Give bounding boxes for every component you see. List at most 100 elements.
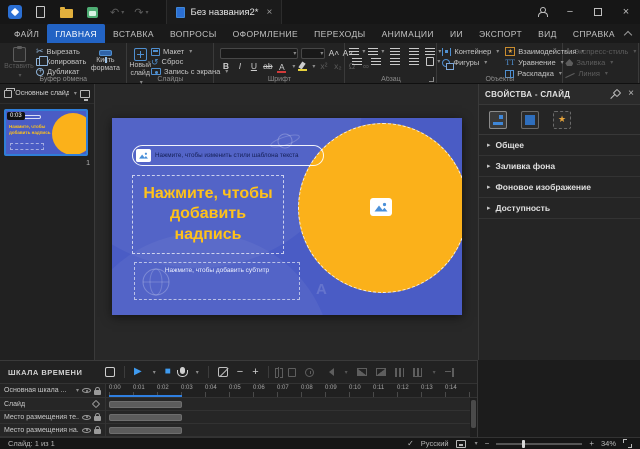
language-indicator[interactable]: Русский xyxy=(421,439,449,448)
timeline-vertical-scrollbar[interactable] xyxy=(470,398,477,437)
jump-to-end-icon[interactable] xyxy=(445,368,454,377)
increase-font-button[interactable]: A˄ xyxy=(328,48,339,59)
tab-home[interactable]: ГЛАВНАЯ xyxy=(47,24,105,43)
lock-icon[interactable] xyxy=(94,416,101,421)
timeline-zoom-out-button[interactable]: − xyxy=(237,367,243,377)
slides-panel-title[interactable]: Основные слайды xyxy=(15,90,69,97)
zoom-level[interactable]: 34% xyxy=(601,439,616,448)
tab-insert[interactable]: ВСТАВКА xyxy=(105,24,162,43)
paste-button[interactable]: Вставить ▾ xyxy=(2,45,36,79)
zoom-slider-handle[interactable] xyxy=(522,440,525,448)
view-mode-caret[interactable]: ▾ xyxy=(475,440,478,447)
fade-out-icon[interactable] xyxy=(376,368,386,376)
tab-file[interactable]: ФАЙЛ xyxy=(6,24,47,43)
zoom-out-button[interactable]: − xyxy=(485,440,490,448)
shapes-button[interactable]: Фигуры▾ xyxy=(442,58,499,67)
fill-button[interactable]: Заливка▾ xyxy=(565,58,636,67)
subscript-button[interactable]: x₂ xyxy=(332,61,343,72)
highlight-button[interactable] xyxy=(298,62,307,71)
track-header-placeholder-title[interactable]: Место размещения на... xyxy=(0,424,105,437)
split-clip-icon[interactable] xyxy=(278,367,279,377)
slide-editor[interactable]: Нажмите, чтобы изменить стили шаблона те… xyxy=(112,118,462,315)
document-tab[interactable]: Без названия2* × xyxy=(166,0,282,24)
play-dropdown-caret[interactable]: ▾ xyxy=(153,369,156,376)
duplicate-button[interactable]: Дубликат xyxy=(36,67,86,76)
visibility-icon[interactable] xyxy=(82,428,91,433)
fit-to-window-icon[interactable] xyxy=(623,439,632,448)
title-placeholder[interactable]: Нажмите, чтобы добавить надпись xyxy=(132,175,284,254)
stop-button[interactable]: ■ xyxy=(165,367,171,377)
underline-button[interactable]: U xyxy=(248,61,259,72)
tab-questions[interactable]: ВОПРОСЫ xyxy=(162,24,225,43)
font-color-caret[interactable]: ▾ xyxy=(292,63,295,70)
tab-animations[interactable]: АНИМАЦИИ xyxy=(374,24,442,43)
document-tab-close-icon[interactable]: × xyxy=(266,7,272,18)
bullet-list-button[interactable]: ▾ xyxy=(349,48,365,55)
lock-icon[interactable] xyxy=(94,429,101,434)
view-mode-icon[interactable] xyxy=(456,440,466,448)
font-family-select[interactable] xyxy=(220,48,298,59)
lock-icon[interactable] xyxy=(94,390,101,395)
tab-export[interactable]: ЭКСПОРТ xyxy=(471,24,530,43)
zoom-slider[interactable] xyxy=(496,443,582,445)
align-justify-button[interactable] xyxy=(406,58,422,65)
track-header-slide[interactable]: Слайд xyxy=(0,398,105,411)
cut-button[interactable]: ✂Вырезать xyxy=(36,47,86,56)
redo-dropdown-caret[interactable]: ▾ xyxy=(145,9,148,16)
undo-button[interactable]: ↶▾ xyxy=(110,6,124,19)
account-button[interactable] xyxy=(528,0,556,24)
open-file-button[interactable] xyxy=(58,4,74,20)
duration-icon[interactable] xyxy=(305,368,314,377)
clip-bar-slide[interactable] xyxy=(109,401,182,408)
main-scale-row[interactable]: Основная шкала ... ▾ xyxy=(0,384,105,398)
scrollbar-thumb[interactable] xyxy=(471,400,476,428)
maximize-button[interactable] xyxy=(584,0,612,24)
collapse-ribbon-icon[interactable] xyxy=(624,31,632,36)
align-center-button[interactable] xyxy=(368,58,384,65)
clip-bar-text[interactable] xyxy=(109,414,182,421)
properties-tab-animation[interactable] xyxy=(553,111,571,129)
close-button[interactable]: × xyxy=(612,0,640,24)
tab-design[interactable]: ОФОРМЛЕНИЕ xyxy=(225,24,307,43)
volume-meter-icon[interactable] xyxy=(395,368,404,377)
section-background-image[interactable]: ▸ Фоновое изображение xyxy=(479,177,640,198)
properties-tab-slide[interactable] xyxy=(489,111,507,129)
close-panel-icon[interactable]: × xyxy=(628,89,634,99)
marker-button[interactable] xyxy=(218,367,228,377)
container-button[interactable]: Контейнер▾ xyxy=(442,47,499,56)
trim-clip-icon[interactable] xyxy=(288,368,296,377)
font-size-select[interactable] xyxy=(301,48,325,59)
highlight-caret[interactable]: ▾ xyxy=(312,63,315,70)
audio-dropdown-caret[interactable]: ▾ xyxy=(345,369,348,376)
tab-help[interactable]: СПРАВКА xyxy=(565,24,623,43)
microphone-dropdown-caret[interactable]: ▾ xyxy=(196,369,199,376)
spellcheck-icon[interactable]: ✓ xyxy=(407,439,414,448)
levels-icon[interactable] xyxy=(413,368,422,377)
format-painter-button[interactable]: Кисть формата xyxy=(86,45,124,73)
visibility-icon[interactable] xyxy=(82,388,91,393)
undo-dropdown-caret[interactable]: ▾ xyxy=(121,9,124,16)
visibility-icon[interactable] xyxy=(82,415,91,420)
superscript-button[interactable]: x² xyxy=(318,61,329,72)
track-header-placeholder-text[interactable]: Место размещения те... xyxy=(0,411,105,424)
increase-indent-button[interactable] xyxy=(406,48,422,55)
new-document-button[interactable] xyxy=(32,4,48,20)
line-button[interactable]: Линия▾ xyxy=(565,69,636,78)
zoom-in-button[interactable]: + xyxy=(589,440,594,448)
clip-bar-title[interactable] xyxy=(109,427,182,434)
save-button[interactable] xyxy=(84,4,100,20)
tab-ai[interactable]: ИИ xyxy=(442,24,471,43)
align-left-button[interactable] xyxy=(349,58,365,65)
tab-transitions[interactable]: ПЕРЕХОДЫ xyxy=(306,24,373,43)
preview-frame-button[interactable] xyxy=(105,367,115,377)
properties-tab-transition[interactable] xyxy=(521,111,539,129)
copy-button[interactable]: Копировать xyxy=(36,57,86,66)
levels-dropdown-caret[interactable]: ▾ xyxy=(433,369,436,376)
play-button[interactable]: ▶ xyxy=(134,367,142,377)
decrease-indent-button[interactable] xyxy=(387,48,403,55)
timeline-ruler[interactable]: 0:00 0:01 0:02 0:03 0:04 0:05 0:06 0:07 … xyxy=(106,384,477,398)
pin-icon[interactable] xyxy=(611,90,620,99)
italic-button[interactable]: I xyxy=(234,61,245,72)
strikethrough-button[interactable]: ab xyxy=(262,61,273,72)
scale-dropdown-caret[interactable]: ▾ xyxy=(76,387,79,394)
